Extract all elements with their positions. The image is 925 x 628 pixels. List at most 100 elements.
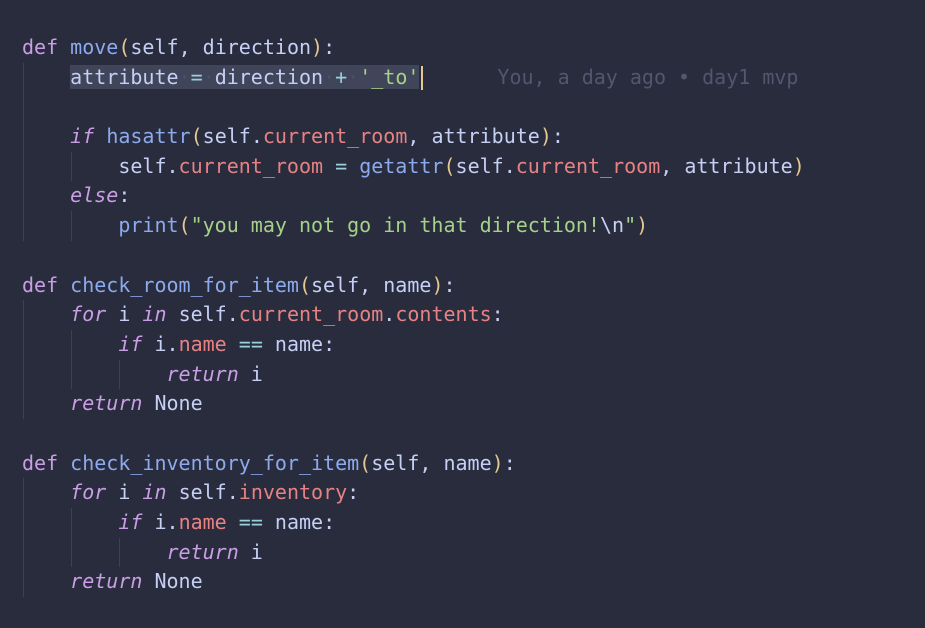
code-line[interactable]: return None [0, 567, 925, 598]
code-token: : [551, 124, 564, 149]
indent-guide [71, 359, 72, 390]
code-line[interactable] [0, 92, 925, 123]
indent-guide [23, 567, 24, 598]
code-token: name [383, 272, 432, 297]
code-token: None [154, 391, 203, 416]
code-token: return [70, 569, 143, 594]
code-token: . [166, 331, 179, 356]
indent-guide [23, 122, 24, 152]
code-token: , [419, 450, 444, 475]
code-token: name [262, 331, 324, 356]
code-token: ) [491, 450, 504, 475]
code-token: current_room [515, 153, 661, 178]
code-line[interactable]: else: [0, 181, 925, 212]
code-line[interactable]: return None [0, 389, 925, 419]
code-token: i [142, 331, 167, 356]
code-line[interactable]: if hasattr(self.current_room, attribute)… [0, 122, 925, 152]
code-token: . [166, 510, 179, 534]
indent-guide [23, 62, 24, 93]
code-line[interactable]: return i [0, 359, 925, 390]
code-line[interactable]: attribute·=·direction·+·'_to' You, a day … [0, 62, 925, 93]
code-token: for [70, 480, 107, 505]
code-line[interactable]: print("you may not go in that direction!… [0, 211, 925, 241]
code-token: ( [298, 272, 311, 297]
code-token: if [70, 124, 95, 149]
code-line[interactable] [0, 419, 925, 449]
code-token: move [70, 35, 119, 59]
code-token: ( [190, 124, 203, 149]
code-token: , [178, 35, 203, 59]
code-line[interactable]: def check_room_for_item(self, name): [0, 271, 925, 301]
code-token: None [154, 569, 203, 594]
code-token: ( [443, 153, 456, 178]
code-line[interactable]: for i in self.current_room.contents: [0, 300, 925, 330]
indent-guide [71, 151, 72, 182]
code-token: . [503, 153, 516, 178]
code-token: ) [431, 272, 444, 297]
code-token: · [202, 64, 215, 89]
indent-guide [23, 389, 24, 419]
code-token: ) [636, 213, 649, 238]
code-line[interactable]: return i [0, 537, 925, 568]
indent-guide [23, 508, 24, 538]
code-token: = [190, 64, 203, 89]
indent-guide [23, 92, 24, 123]
code-token: self [371, 450, 420, 475]
indent-guide [119, 359, 120, 390]
code-token: attribute [70, 64, 179, 89]
code-token: in [142, 480, 167, 505]
code-token: . [166, 153, 179, 178]
code-token: in [142, 302, 167, 327]
code-token: , [359, 272, 384, 297]
code-line[interactable]: for i in self.inventory: [0, 478, 925, 508]
code-line[interactable]: def check_inventory_for_item(self, name)… [0, 449, 925, 479]
code-token: ( [178, 213, 191, 238]
code-line[interactable] [0, 241, 925, 271]
code-line[interactable]: self.current_room = getattr(self.current… [0, 151, 925, 182]
code-token: contents [395, 302, 492, 327]
code-token: def [22, 272, 59, 297]
code-token: '_to' [359, 64, 420, 89]
indent-guide [23, 181, 24, 212]
indent-guide [23, 537, 24, 568]
code-token: ) [311, 35, 324, 59]
indent-guide [71, 537, 72, 568]
code-token: : [347, 480, 360, 505]
code-token: else [70, 183, 119, 208]
code-token: \n [600, 213, 625, 238]
code-token: return [166, 539, 239, 564]
code-line[interactable]: if i.name == name: [0, 508, 925, 538]
code-token: + [335, 64, 348, 89]
code-token: inventory [238, 480, 348, 505]
code-token: self [178, 480, 227, 505]
code-token: if [118, 331, 143, 356]
git-blame-annotation: You, a day ago • day1 mvp [497, 64, 799, 89]
code-editor[interactable]: def move(self, direction): attribute·=·d… [0, 0, 925, 628]
code-token: : [118, 183, 131, 208]
code-token: : [491, 302, 504, 327]
code-line[interactable]: def move(self, direction): [0, 33, 925, 63]
code-line[interactable]: if i.name == name: [0, 329, 925, 360]
code-token: name [178, 510, 227, 534]
code-token: direction [202, 35, 312, 59]
code-token: : [443, 272, 456, 297]
code-token: return [166, 361, 239, 386]
code-token: check_inventory_for_item [70, 450, 360, 475]
code-token: : [323, 331, 336, 356]
code-token: self [455, 153, 504, 178]
code-token: def [22, 450, 59, 475]
code-token: · [323, 64, 336, 89]
code-token: self [202, 124, 251, 149]
code-token: current_room [262, 124, 408, 149]
